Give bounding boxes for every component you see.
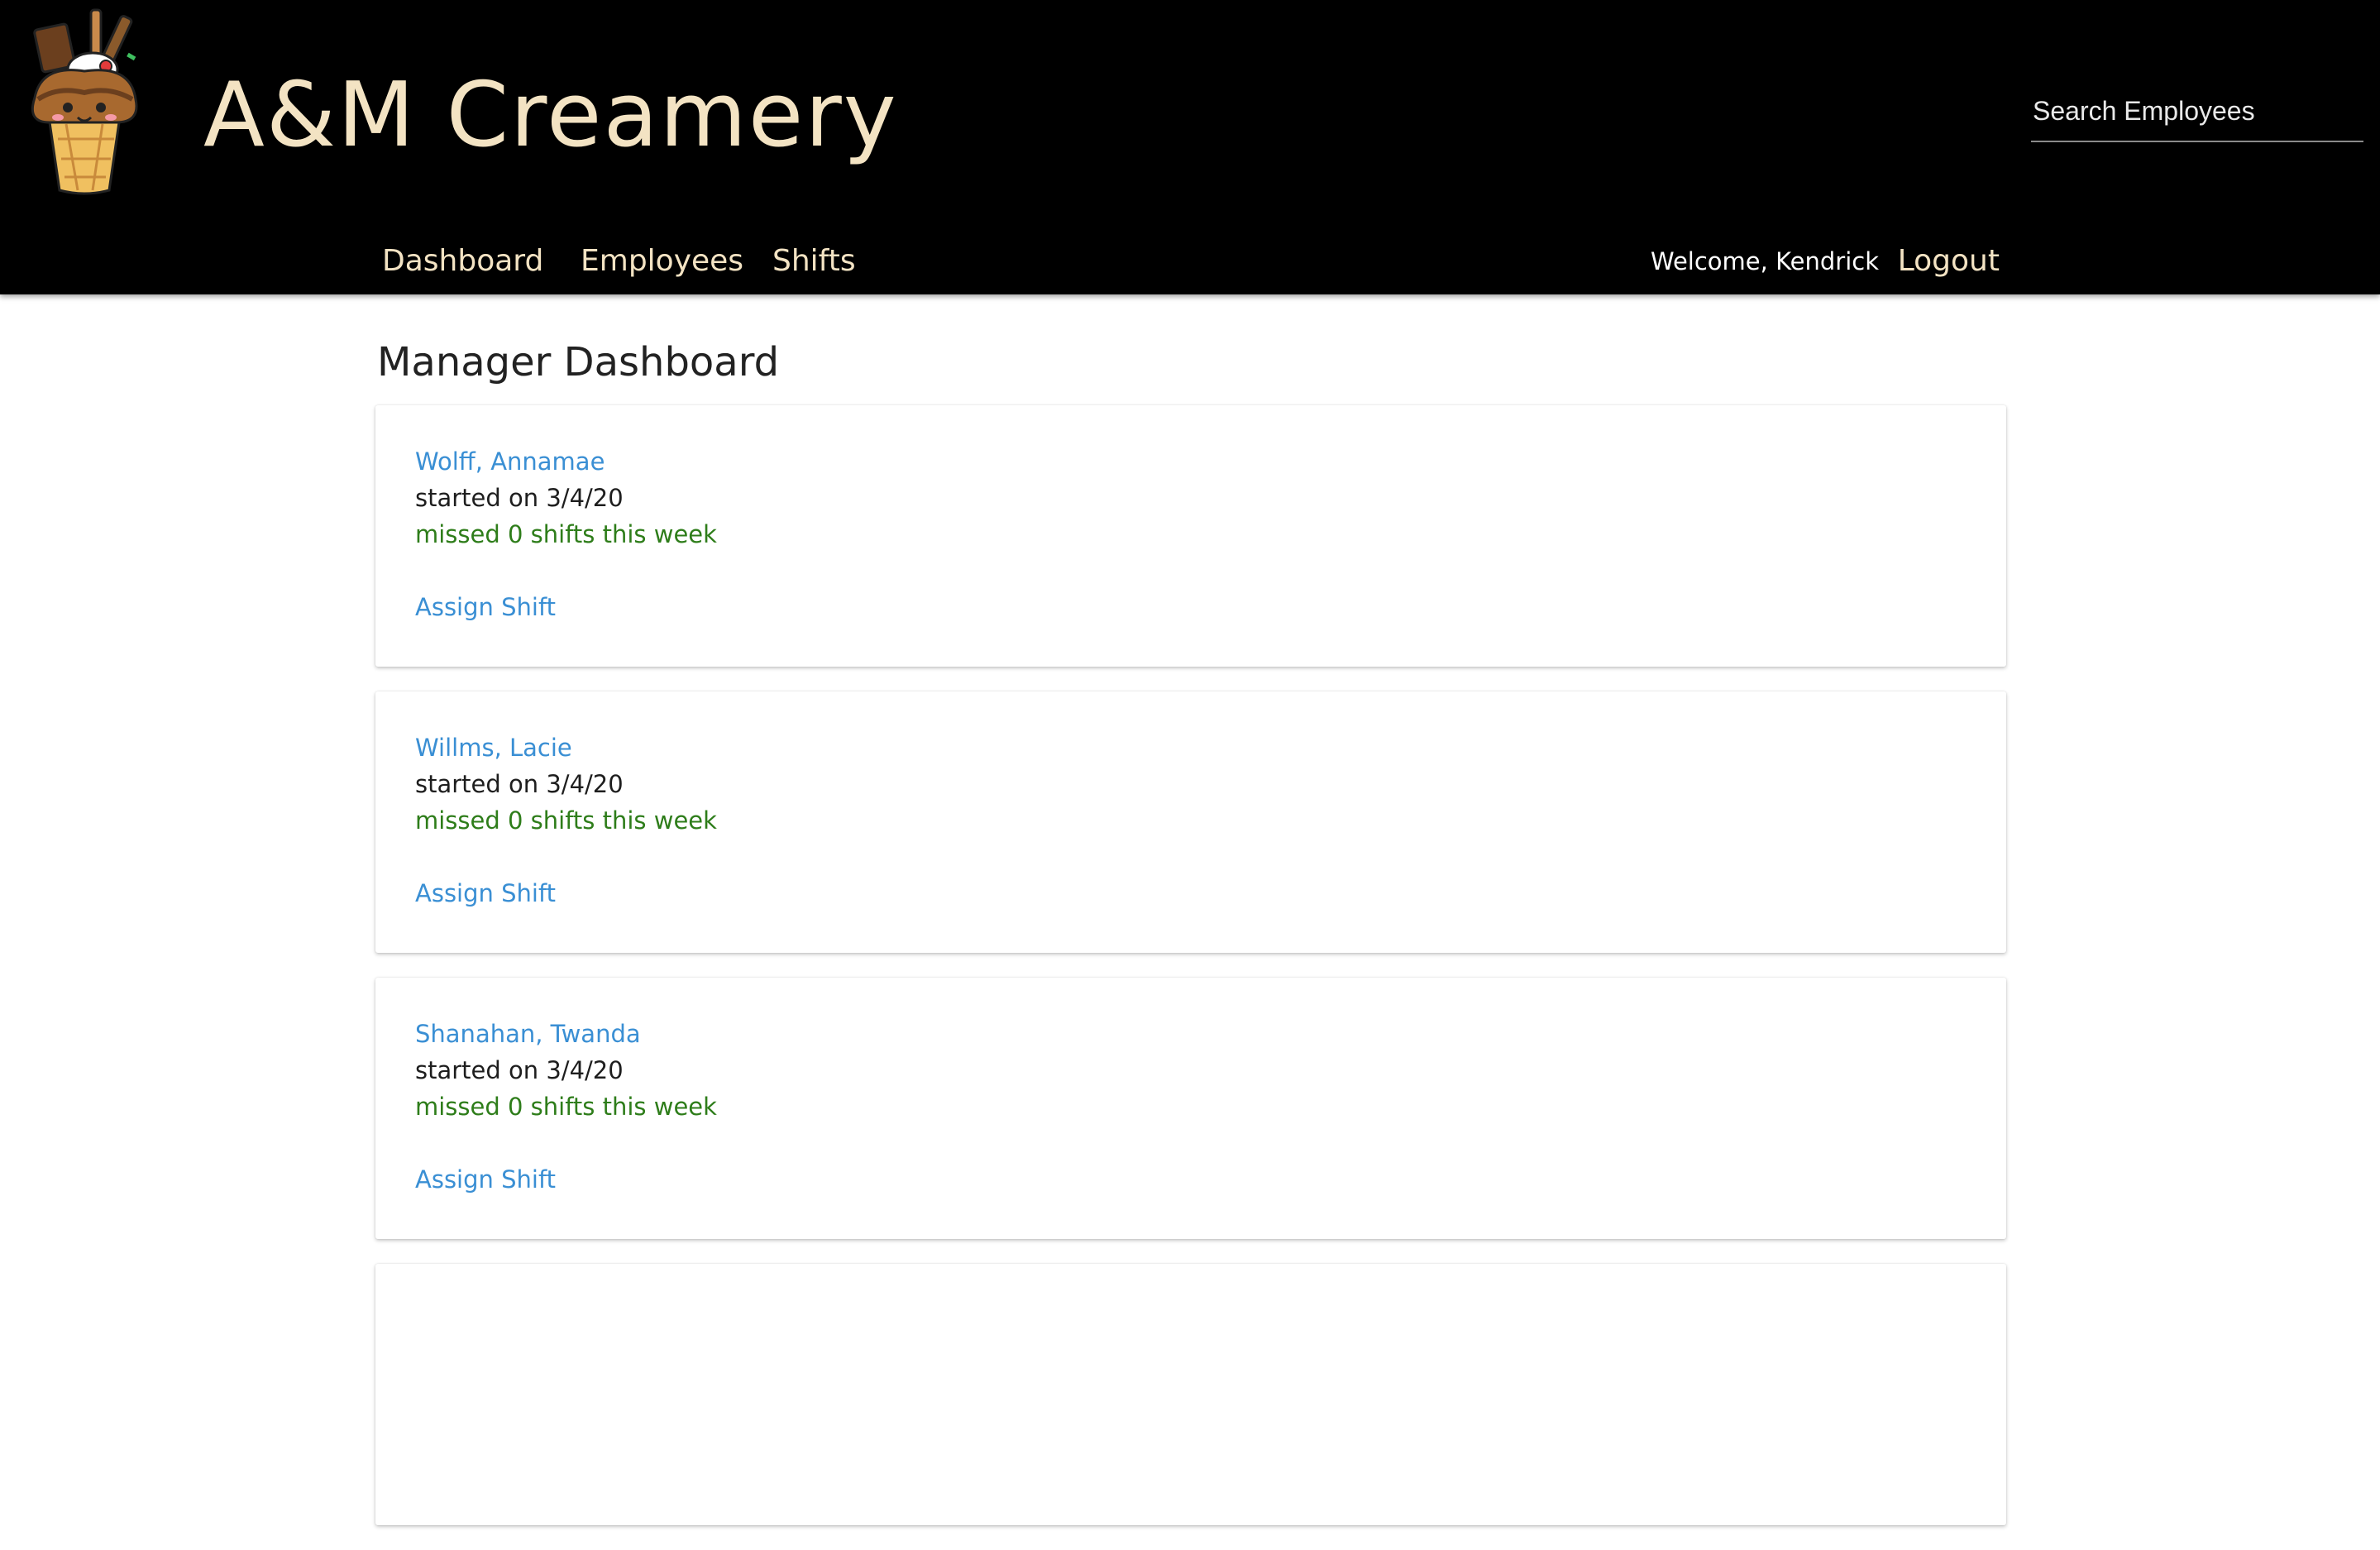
search-employees-input[interactable] [2031, 81, 2363, 142]
start-date-text: started on 3/4/20 [415, 1056, 624, 1084]
employee-card-partial [375, 1264, 2006, 1525]
missed-shifts-text: missed 0 shifts this week [415, 806, 717, 835]
missed-shifts-text: missed 0 shifts this week [415, 520, 717, 548]
nav-shifts[interactable]: Shifts [772, 240, 856, 283]
employee-name-link[interactable]: Willms, Lacie [415, 730, 572, 766]
ice-cream-logo-icon[interactable] [17, 7, 152, 199]
assign-shift-link[interactable]: Assign Shift [415, 875, 556, 911]
assign-shift-link[interactable]: Assign Shift [415, 1161, 556, 1198]
page-title: Manager Dashboard [377, 339, 780, 385]
missed-shifts-text: missed 0 shifts this week [415, 1093, 717, 1121]
employee-card: Shanahan, Twanda started on 3/4/20 misse… [375, 978, 2006, 1239]
assign-shift-link[interactable]: Assign Shift [415, 589, 556, 625]
employee-card: Wolff, Annamae started on 3/4/20 missed … [375, 405, 2006, 667]
logout-link[interactable]: Logout [1898, 240, 2000, 283]
employee-name-link[interactable]: Wolff, Annamae [415, 443, 605, 480]
top-header: A&M Creamery Dashboard Employees Shifts … [0, 0, 2380, 294]
welcome-text: Welcome, Kendrick [1650, 247, 1879, 275]
nav-dashboard[interactable]: Dashboard [382, 240, 543, 283]
start-date-text: started on 3/4/20 [415, 770, 624, 798]
start-date-text: started on 3/4/20 [415, 484, 624, 512]
brand-title: A&M Creamery [203, 64, 898, 167]
employee-card: Willms, Lacie started on 3/4/20 missed 0… [375, 691, 2006, 953]
employee-card-list: Wolff, Annamae started on 3/4/20 missed … [375, 405, 2006, 1550]
nav-employees[interactable]: Employees [581, 240, 743, 283]
employee-name-link[interactable]: Shanahan, Twanda [415, 1016, 641, 1052]
